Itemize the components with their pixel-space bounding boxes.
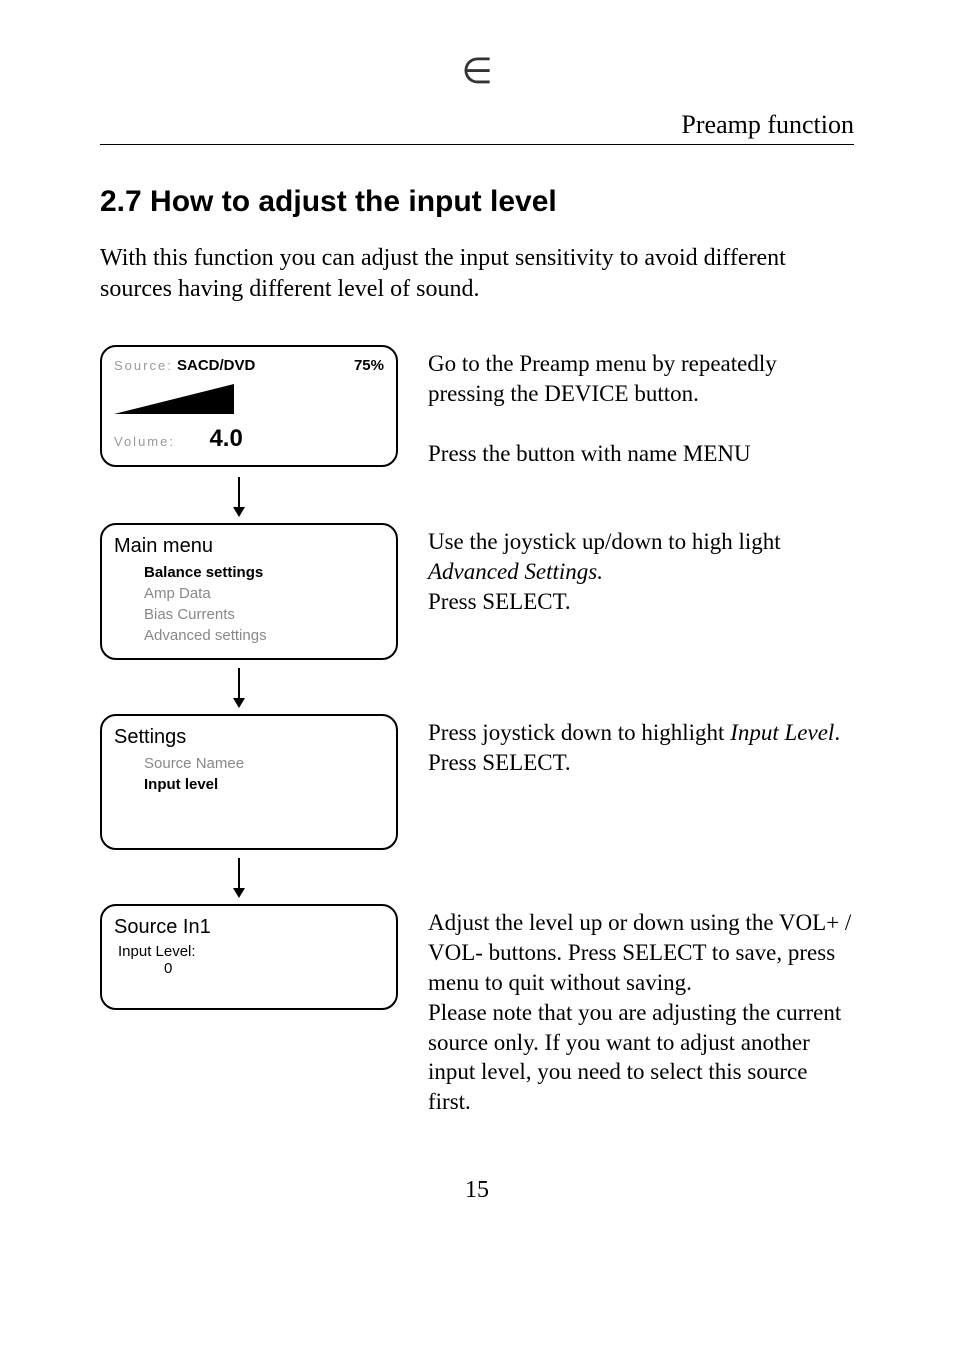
step3-period: .	[834, 720, 840, 745]
step1-line-b: Press the button with name MENU	[428, 439, 854, 469]
lcd-source-label: Source:	[114, 358, 173, 373]
lcd-volume-label: Volume:	[114, 434, 175, 449]
lcd-screen-settings: Settings Source Namee Input level	[100, 714, 398, 850]
step-row: Main menu Balance settings Amp Data Bias…	[100, 523, 854, 660]
page-header: Preamp function	[100, 110, 854, 145]
step-row: Settings Source Namee Input level Press …	[100, 714, 854, 850]
input-level-value: 0	[164, 960, 384, 977]
step2-emphasis: Advanced Settings.	[428, 559, 603, 584]
lcd-menu-title: Main menu	[114, 535, 384, 558]
menu-item: Input level	[144, 774, 384, 795]
lcd-menu-title: Source In1	[114, 916, 384, 939]
step2-line-a: Use the joystick up/down to high light	[428, 529, 781, 554]
menu-item: Source Namee	[144, 753, 384, 774]
lcd-volume-value: 4.0	[209, 425, 242, 452]
section-title: 2.7 How to adjust the input level	[100, 185, 854, 219]
step-text: Adjust the level up or down using the VO…	[428, 904, 854, 1117]
lcd-percent: 75%	[354, 357, 384, 374]
arrow-down-icon	[230, 477, 248, 517]
lcd-screen-source: Source: SACD/DVD 75% Volume: 4.0	[100, 345, 398, 467]
logo-symbol: ∈	[461, 50, 492, 92]
step4-line-a: Adjust the level up or down using the VO…	[428, 908, 854, 998]
step3-emphasis: Input Level	[730, 720, 834, 745]
step3-line-a: Press joystick down to highlight	[428, 720, 730, 745]
step-row: Source: SACD/DVD 75% Volume: 4.0 Go to t…	[100, 345, 854, 469]
step-text: Use the joystick up/down to high light A…	[428, 523, 854, 617]
lcd-menu-title: Settings	[114, 726, 384, 749]
step3-line-c: Press SELECT.	[428, 750, 571, 775]
lcd-screen-source-in1: Source In1 Input Level: 0	[100, 904, 398, 1010]
step4-line-b: Please note that you are adjusting the c…	[428, 998, 854, 1118]
step-text: Press joystick down to highlight Input L…	[428, 714, 840, 778]
lcd-screen-main-menu: Main menu Balance settings Amp Data Bias…	[100, 523, 398, 660]
lcd-source-value: SACD/DVD	[177, 357, 255, 374]
step-row: Source In1 Input Level: 0 Adjust the lev…	[100, 904, 854, 1117]
menu-item: Balance settings	[144, 562, 384, 583]
step-text: Go to the Preamp menu by repeatedly pres…	[428, 345, 854, 469]
intro-paragraph: With this function you can adjust the in…	[100, 243, 854, 305]
arrow-down-icon	[230, 668, 248, 708]
step1-line-a: Go to the Preamp menu by repeatedly pres…	[428, 349, 854, 409]
volume-triangle-icon	[114, 380, 234, 416]
menu-item: Advanced settings	[144, 625, 384, 646]
menu-item: Bias Currents	[144, 604, 384, 625]
input-level-label: Input Level:	[118, 943, 384, 960]
page-number: 15	[100, 1177, 854, 1204]
menu-item: Amp Data	[144, 583, 384, 604]
step2-line-b: Press SELECT.	[428, 589, 571, 614]
arrow-down-icon	[230, 858, 248, 898]
top-logo-area: ∈	[100, 60, 854, 110]
